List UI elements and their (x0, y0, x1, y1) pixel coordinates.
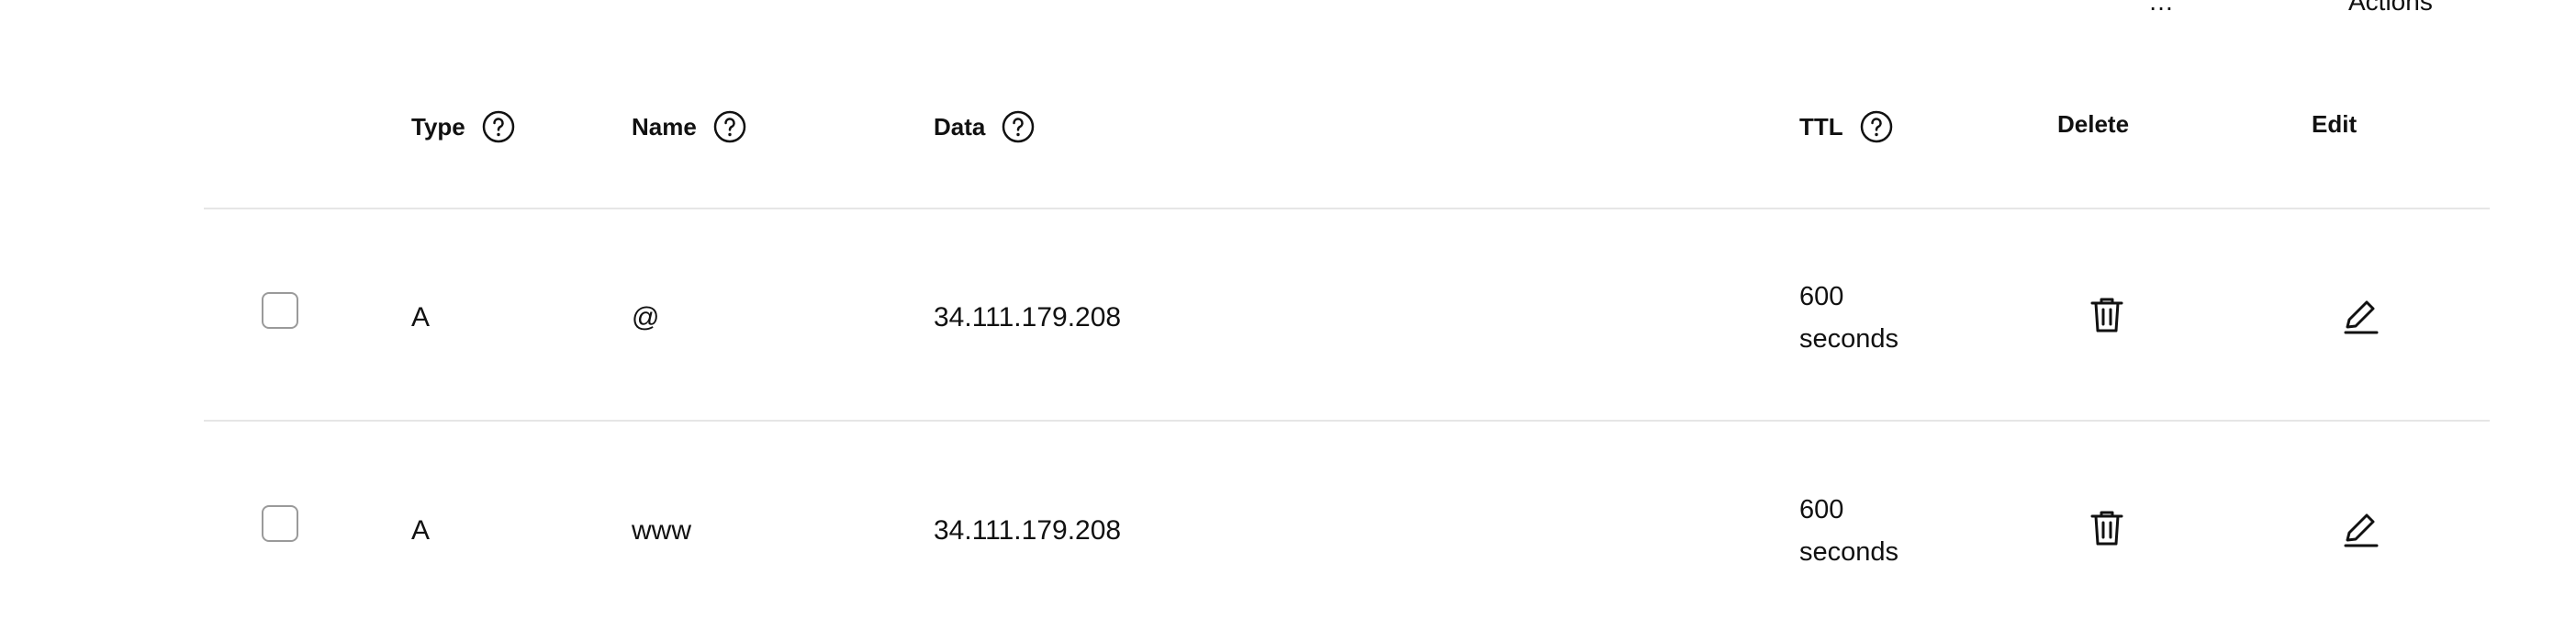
help-icon[interactable] (713, 110, 746, 143)
row-select-checkbox[interactable] (262, 292, 298, 329)
help-icon[interactable] (482, 110, 515, 143)
column-header-data: Data (934, 110, 1035, 143)
record-ttl-value: 600 (1799, 495, 1844, 524)
toolbar-cut-label: … (2148, 0, 2174, 16)
record-name: @ (632, 302, 660, 333)
pencil-icon (2344, 513, 2379, 547)
edit-record-button[interactable] (2339, 293, 2383, 337)
record-data: 34.111.179.208 (934, 515, 1122, 546)
column-header-name-label: Name (632, 112, 697, 141)
row-select-checkbox[interactable] (262, 505, 298, 542)
trash-icon (2090, 298, 2123, 333)
record-ttl: 600 seconds (1799, 276, 1898, 360)
column-header-ttl: TTL (1799, 110, 1893, 143)
help-icon[interactable] (1002, 110, 1035, 143)
help-icon[interactable] (1860, 110, 1893, 143)
column-header-edit: Edit (2312, 110, 2358, 138)
record-name: www (632, 515, 691, 546)
column-header-delete: Delete (2057, 110, 2130, 138)
edit-record-button[interactable] (2339, 506, 2383, 550)
header-divider (204, 208, 2490, 209)
column-header-data-label: Data (934, 112, 986, 141)
record-type: A (411, 302, 431, 333)
record-data: 34.111.179.208 (934, 302, 1122, 333)
record-ttl-unit: seconds (1799, 324, 1899, 354)
actions-menu-button[interactable]: Actions (2348, 0, 2433, 17)
row-divider (204, 420, 2490, 422)
record-ttl-value: 600 (1799, 282, 1844, 311)
record-type: A (411, 515, 431, 546)
delete-record-button[interactable] (2085, 506, 2129, 550)
delete-record-button[interactable] (2085, 293, 2129, 337)
column-header-type: Type (411, 110, 515, 143)
record-ttl-unit: seconds (1799, 537, 1899, 567)
column-header-name: Name (632, 110, 746, 143)
trash-icon (2090, 511, 2123, 546)
record-ttl: 600 seconds (1799, 489, 1898, 573)
column-header-ttl-label: TTL (1799, 112, 1843, 141)
column-header-type-label: Type (411, 112, 465, 141)
pencil-icon (2344, 300, 2379, 334)
